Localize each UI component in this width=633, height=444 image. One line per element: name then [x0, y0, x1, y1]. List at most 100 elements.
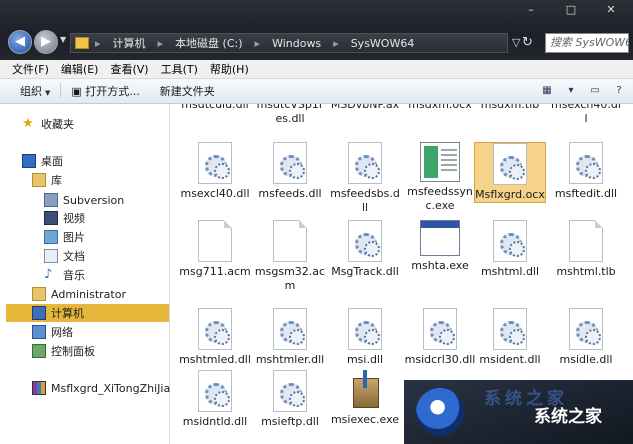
nav-control-panel-label: 控制面板	[51, 345, 95, 358]
file-name: msident.dll	[479, 353, 541, 366]
nav-subversion[interactable]: Subversion	[44, 191, 124, 209]
logo-icon	[416, 388, 464, 436]
dll-file-icon	[198, 142, 232, 184]
organize-button[interactable]: 组织 ▼	[10, 83, 60, 99]
nav-pictures[interactable]: 图片	[44, 228, 85, 246]
file-name: mshtmler.dll	[255, 353, 325, 366]
file-item[interactable]: msgsm32.acm	[254, 220, 326, 293]
file-name: msidle.dll	[559, 353, 613, 366]
breadcrumb-drive-c[interactable]: 本地磁盘 (C:)	[169, 35, 248, 51]
breadcrumb-windows[interactable]: Windows	[266, 37, 327, 50]
subversion-icon	[44, 193, 58, 207]
breadcrumb-separator: ▸	[333, 36, 339, 50]
file-item[interactable]: msexch40.dll	[550, 104, 622, 126]
help-icon[interactable]: ?	[611, 83, 627, 99]
nav-network[interactable]: 网络	[32, 323, 73, 341]
file-name: msdxm.tlb	[480, 104, 540, 111]
breadcrumb-computer[interactable]: 计算机	[107, 35, 152, 51]
file-item[interactable]: msi.dll	[329, 308, 401, 367]
file-item[interactable]: MsgTrack.dll	[329, 220, 401, 279]
view-mode-icon[interactable]: ▦	[539, 83, 555, 99]
dll-file-icon	[348, 220, 382, 262]
picture-icon	[44, 230, 58, 244]
application-icon	[420, 220, 460, 256]
nav-desktop-label: 桌面	[41, 155, 63, 168]
back-button[interactable]: ◀	[8, 30, 32, 54]
file-item[interactable]: MSDvbNP.ax	[329, 104, 401, 112]
nav-favorites[interactable]: ★ 收藏夹	[22, 115, 74, 133]
menu-view[interactable]: 查看(V)	[104, 61, 154, 77]
file-item[interactable]: msidcrl30.dll	[404, 308, 476, 367]
file-item[interactable]: msfeedsbs.dll	[329, 142, 401, 215]
nav-control-panel[interactable]: 控制面板	[32, 342, 95, 360]
nav-computer[interactable]: 计算机	[6, 304, 169, 322]
file-item[interactable]: msident.dll	[474, 308, 546, 367]
file-name: msexch40.dll	[551, 104, 621, 125]
file-name: Msflxgrd.ocx	[475, 188, 545, 201]
nav-archive[interactable]: Msflxgrd_XiTongZhiJia.zip	[32, 379, 190, 397]
file-name: msidntld.dll	[182, 415, 248, 428]
file-name: msdtcVSp1res.dll	[256, 104, 324, 125]
file-item[interactable]: msdxm.ocx	[404, 104, 476, 112]
menu-tools[interactable]: 工具(T)	[155, 61, 204, 77]
address-bar[interactable]: ▸ 计算机 ▸ 本地磁盘 (C:) ▸ Windows ▸ SysWOW64	[70, 33, 508, 53]
dll-file-icon	[493, 220, 527, 262]
address-dropdown-icon[interactable]: ▽	[512, 36, 520, 49]
dll-file-icon	[493, 308, 527, 350]
file-item[interactable]: mshta.exe	[404, 220, 476, 273]
file-item[interactable]: msftedit.dll	[550, 142, 622, 201]
minimize-button[interactable]: –	[513, 2, 549, 18]
breadcrumb-separator: ▸	[95, 36, 101, 50]
file-item[interactable]: msdtcuiu.dll	[179, 104, 251, 112]
file-name: msdxm.ocx	[408, 104, 472, 111]
menu-file[interactable]: 文件(F)	[6, 61, 55, 77]
file-item[interactable]: msieftp.dll	[254, 370, 326, 429]
refresh-icon[interactable]: ↻	[522, 35, 533, 50]
maximize-button[interactable]: □	[553, 2, 589, 18]
file-name: msdtcuiu.dll	[181, 104, 249, 111]
chevron-down-icon: ▼	[45, 89, 51, 97]
dll-file-icon	[423, 308, 457, 350]
file-item[interactable]: Msflxgrd.ocx	[474, 142, 546, 203]
menu-help[interactable]: 帮助(H)	[204, 61, 255, 77]
file-name: msfeeds.dll	[258, 187, 322, 200]
close-button[interactable]: ✕	[593, 2, 629, 18]
document-icon	[44, 249, 58, 263]
menu-edit[interactable]: 编辑(E)	[55, 61, 105, 77]
forward-button[interactable]: ▶	[34, 30, 58, 54]
nav-videos[interactable]: 视频	[44, 209, 85, 227]
archive-icon	[32, 381, 46, 395]
file-item[interactable]: msiexec.exe	[329, 370, 401, 427]
dll-file-icon	[198, 308, 232, 350]
file-name: msgsm32.acm	[254, 265, 326, 292]
file-item[interactable]: msidle.dll	[550, 308, 622, 367]
file-name: mshtml.tlb	[556, 265, 616, 278]
file-item[interactable]: msfeedssync.exe	[404, 142, 476, 213]
preview-pane-icon[interactable]: ▭	[587, 83, 603, 99]
new-folder-button[interactable]: 新建文件夹	[150, 83, 225, 99]
file-icon	[273, 220, 307, 262]
file-item[interactable]: msdxm.tlb	[474, 104, 546, 112]
dll-file-icon	[273, 142, 307, 184]
file-item[interactable]: msfeeds.dll	[254, 142, 326, 201]
file-item[interactable]: msdtcVSp1res.dll	[254, 104, 326, 126]
file-item[interactable]: mshtml.tlb	[550, 220, 622, 279]
open-with-button[interactable]: ▣ 打开方式...	[61, 83, 149, 99]
nav-administrator[interactable]: Administrator	[32, 285, 126, 303]
file-item[interactable]: mshtmler.dll	[254, 308, 326, 367]
file-item[interactable]: mshtmled.dll	[179, 308, 251, 367]
file-item[interactable]: msidntld.dll	[179, 370, 251, 429]
search-input[interactable]: 搜索 SysWOW64	[545, 33, 629, 53]
nav-music[interactable]: ♪ 音乐	[44, 266, 85, 284]
view-dropdown-icon[interactable]: ▾	[563, 83, 579, 99]
nav-documents[interactable]: 文档	[44, 247, 85, 265]
file-item[interactable]: msg711.acm	[179, 220, 251, 279]
library-icon	[32, 173, 46, 187]
recent-pages-dropdown[interactable]: ▼	[60, 35, 66, 44]
breadcrumb-syswow64[interactable]: SysWOW64	[345, 37, 421, 50]
nav-desktop[interactable]: 桌面	[22, 152, 63, 170]
file-name: mshtml.dll	[480, 265, 540, 278]
file-item[interactable]: msexcl40.dll	[179, 142, 251, 201]
nav-library[interactable]: 库	[32, 171, 62, 189]
file-item[interactable]: mshtml.dll	[474, 220, 546, 279]
